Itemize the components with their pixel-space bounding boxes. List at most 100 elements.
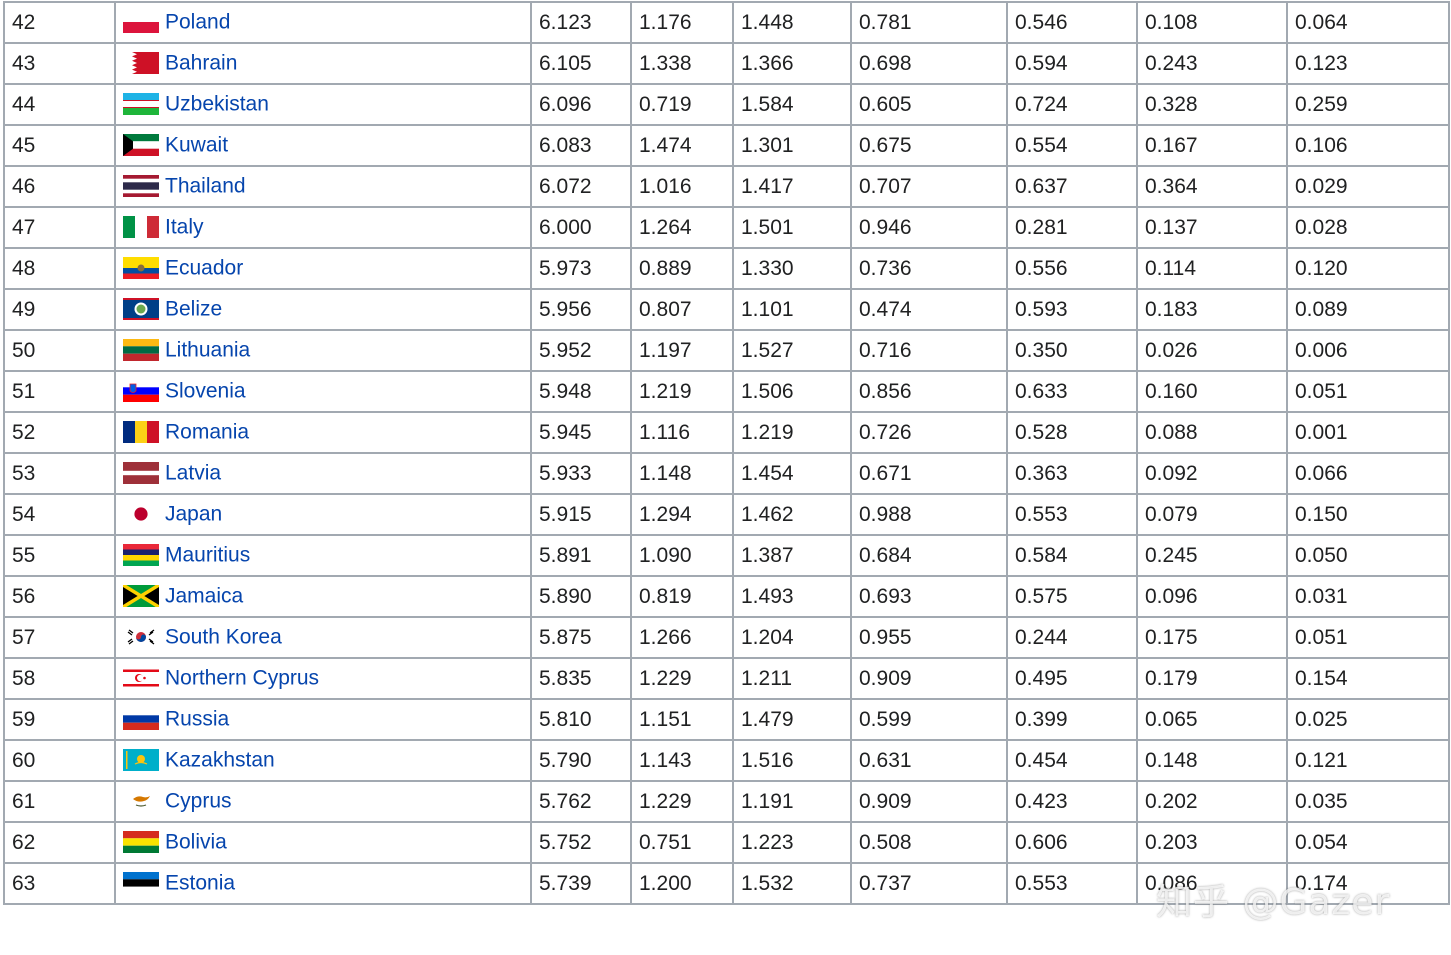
value-cell: 1.176 <box>630 1 734 44</box>
value-cell: 0.259 <box>1286 83 1450 126</box>
country-cell: Thailand <box>114 165 532 208</box>
table-row: 42 Poland 6.123 1.176 1.448 0.781 0.546 0.108 0.… <box>3 1 1450 44</box>
value-cell: 1.301 <box>732 124 852 167</box>
value-cell: 0.474 <box>850 288 1008 331</box>
value-cell: 0.029 <box>1286 165 1450 208</box>
country-cell: Cyprus <box>114 780 532 823</box>
country-link[interactable]: South Korea <box>165 626 282 649</box>
value-cell: 5.973 <box>530 247 632 290</box>
value-cell: 0.633 <box>1006 370 1138 413</box>
value-cell: 5.752 <box>530 821 632 864</box>
value-cell: 0.707 <box>850 165 1008 208</box>
value-cell: 0.243 <box>1136 42 1288 85</box>
value-cell: 1.338 <box>630 42 734 85</box>
value-cell: 0.120 <box>1286 247 1450 290</box>
value-cell: 5.952 <box>530 329 632 372</box>
country-cell: Ecuador <box>114 247 532 290</box>
belize-flag-icon <box>123 297 159 320</box>
value-cell: 0.724 <box>1006 83 1138 126</box>
rank-cell: 56 <box>3 575 116 618</box>
value-cell: 0.092 <box>1136 452 1288 495</box>
country-cell: Kuwait <box>114 124 532 167</box>
value-cell: 0.121 <box>1286 739 1450 782</box>
country-link[interactable]: Northern Cyprus <box>165 667 319 690</box>
rank-cell: 43 <box>3 42 116 85</box>
value-cell: 0.203 <box>1136 821 1288 864</box>
country-cell: Latvia <box>114 452 532 495</box>
value-cell: 0.726 <box>850 411 1008 454</box>
value-cell: 5.915 <box>530 493 632 536</box>
value-cell: 0.495 <box>1006 657 1138 700</box>
value-cell: 5.891 <box>530 534 632 577</box>
value-cell: 0.079 <box>1136 493 1288 536</box>
country-link[interactable]: Belize <box>165 298 222 321</box>
country-link[interactable]: Mauritius <box>165 544 250 567</box>
rank-cell: 52 <box>3 411 116 454</box>
estonia-flag-icon <box>123 871 159 894</box>
country-cell: Poland <box>114 1 532 44</box>
value-cell: 0.148 <box>1136 739 1288 782</box>
value-cell: 1.527 <box>732 329 852 372</box>
value-cell: 1.501 <box>732 206 852 249</box>
northern-cyprus-flag-icon <box>123 666 159 689</box>
country-link[interactable]: Slovenia <box>165 380 246 403</box>
kuwait-flag-icon <box>123 133 159 156</box>
rank-cell: 45 <box>3 124 116 167</box>
value-cell: 1.204 <box>732 616 852 659</box>
table-row: 46 Thailand 6.072 1.016 1.417 0.707 0.637 0.364… <box>3 165 1450 208</box>
table-row: 44 Uzbekistan 6.096 0.719 1.584 0.605 0.724 0.3… <box>3 83 1450 126</box>
country-link[interactable]: Thailand <box>165 175 246 198</box>
country-link[interactable]: Kazakhstan <box>165 749 275 772</box>
value-cell: 0.051 <box>1286 370 1450 413</box>
table-row: 43 Bahrain 6.105 1.338 1.366 0.698 0.594 0.243 0… <box>3 42 1450 85</box>
country-link[interactable]: Jamaica <box>165 585 243 608</box>
country-link[interactable]: Bahrain <box>165 52 237 75</box>
country-link[interactable]: Uzbekistan <box>165 93 269 116</box>
country-link[interactable]: Cyprus <box>165 790 232 813</box>
country-link[interactable]: Italy <box>165 216 204 239</box>
value-cell: 0.245 <box>1136 534 1288 577</box>
happiness-ranking-table: 42 Poland 6.123 1.176 1.448 0.781 0.546 0.108 0.… <box>3 1 1450 905</box>
value-cell: 0.088 <box>1136 411 1288 454</box>
country-link[interactable]: Kuwait <box>165 134 228 157</box>
value-cell: 0.909 <box>850 657 1008 700</box>
south-korea-flag-icon <box>123 625 159 648</box>
value-cell: 0.174 <box>1286 862 1450 905</box>
value-cell: 5.739 <box>530 862 632 905</box>
value-cell: 5.890 <box>530 575 632 618</box>
rank-cell: 54 <box>3 493 116 536</box>
country-cell: Uzbekistan <box>114 83 532 126</box>
country-link[interactable]: Estonia <box>165 872 235 895</box>
rank-cell: 63 <box>3 862 116 905</box>
country-cell: Northern Cyprus <box>114 657 532 700</box>
value-cell: 0.137 <box>1136 206 1288 249</box>
table-row: 49 Belize 5.956 0.807 1.101 0.474 0.593 0.183 0.… <box>3 288 1450 331</box>
table-row: 54 Japan 5.915 1.294 1.462 0.988 0.553 0.079 0.1… <box>3 493 1450 536</box>
value-cell: 0.154 <box>1286 657 1450 700</box>
country-link[interactable]: Japan <box>165 503 222 526</box>
value-cell: 0.909 <box>850 780 1008 823</box>
value-cell: 1.116 <box>630 411 734 454</box>
value-cell: 0.889 <box>630 247 734 290</box>
value-cell: 0.064 <box>1286 1 1450 44</box>
table-row: 58 Northern Cyprus 5.835 1.229 1.211 0.909 0.4… <box>3 657 1450 700</box>
rank-cell: 60 <box>3 739 116 782</box>
value-cell: 1.479 <box>732 698 852 741</box>
rank-cell: 51 <box>3 370 116 413</box>
country-link[interactable]: Bolivia <box>165 831 227 854</box>
country-link[interactable]: Poland <box>165 11 230 34</box>
country-cell: Romania <box>114 411 532 454</box>
value-cell: 0.328 <box>1136 83 1288 126</box>
country-link[interactable]: Romania <box>165 421 249 444</box>
value-cell: 0.599 <box>850 698 1008 741</box>
country-link[interactable]: Russia <box>165 708 229 731</box>
value-cell: 0.050 <box>1286 534 1450 577</box>
country-link[interactable]: Latvia <box>165 462 221 485</box>
mauritius-flag-icon <box>123 543 159 566</box>
country-link[interactable]: Lithuania <box>165 339 250 362</box>
value-cell: 0.698 <box>850 42 1008 85</box>
bolivia-flag-icon <box>123 830 159 853</box>
country-link[interactable]: Ecuador <box>165 257 243 280</box>
value-cell: 0.035 <box>1286 780 1450 823</box>
lithuania-flag-icon <box>123 338 159 361</box>
